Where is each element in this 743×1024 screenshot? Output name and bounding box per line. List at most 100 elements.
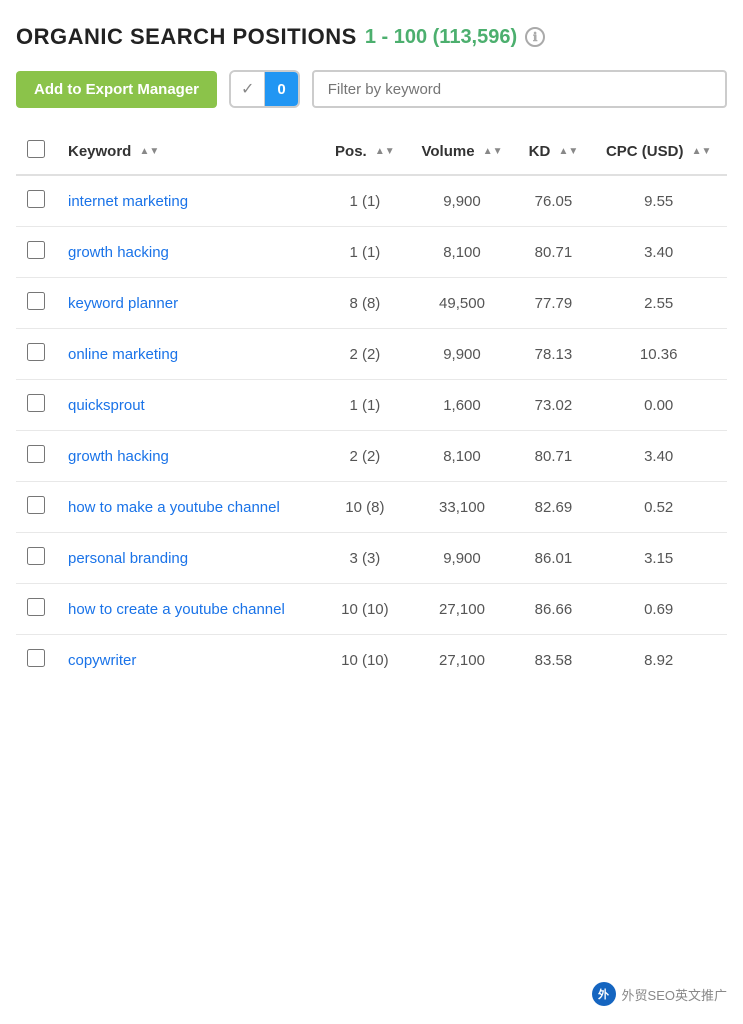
pos-cell: 1 (1)	[322, 380, 407, 431]
header-cpc: CPC (USD) ▲▼	[590, 128, 727, 175]
keyword-cell: growth hacking	[56, 227, 322, 278]
table-row: personal branding3 (3)9,90086.013.15	[16, 533, 727, 584]
row-checkbox[interactable]	[27, 547, 45, 565]
header-keyword: Keyword ▲▼	[56, 128, 322, 175]
info-icon[interactable]: ℹ	[525, 27, 545, 47]
keyword-link[interactable]: growth hacking	[68, 244, 169, 261]
header-pos: Pos. ▲▼	[322, 128, 407, 175]
pos-cell: 1 (1)	[322, 175, 407, 227]
keyword-link[interactable]: keyword planner	[68, 295, 178, 312]
kd-cell: 73.02	[517, 380, 591, 431]
export-button[interactable]: Add to Export Manager	[16, 71, 217, 108]
volume-cell: 27,100	[407, 635, 516, 686]
watermark-text: 外贸SEO英文推广	[622, 985, 727, 1004]
title-range: 1 - 100 (113,596)	[365, 26, 517, 49]
table-row: how to create a youtube channel 10 (10)27…	[16, 584, 727, 635]
row-checkbox[interactable]	[27, 445, 45, 463]
row-checkbox[interactable]	[27, 649, 45, 667]
kd-cell: 83.58	[517, 635, 591, 686]
table-row: how to make a youtube channel 10 (8)33,10…	[16, 482, 727, 533]
volume-cell: 9,900	[407, 329, 516, 380]
row-checkbox[interactable]	[27, 343, 45, 361]
keyword-link[interactable]: quicksprout	[68, 397, 145, 414]
row-checkbox-cell	[16, 227, 56, 278]
keyword-link[interactable]: copywriter	[68, 652, 136, 669]
keyword-cell: how to make a youtube channel	[56, 482, 322, 533]
table-row: online marketing2 (2)9,90078.1310.36	[16, 329, 727, 380]
cpc-cell: 0.00	[590, 380, 727, 431]
select-all-checkbox[interactable]	[27, 140, 45, 158]
kd-cell: 86.01	[517, 533, 591, 584]
row-checkbox-cell	[16, 482, 56, 533]
row-checkbox[interactable]	[27, 496, 45, 514]
keyword-cell: growth hacking	[56, 431, 322, 482]
kd-cell: 80.71	[517, 227, 591, 278]
row-checkbox[interactable]	[27, 394, 45, 412]
keyword-cell: keyword planner	[56, 278, 322, 329]
cpc-cell: 8.92	[590, 635, 727, 686]
watermark-icon: 外	[592, 982, 616, 1006]
table-body: internet marketing1 (1)9,90076.059.55gro…	[16, 175, 727, 685]
cpc-cell: 10.36	[590, 329, 727, 380]
row-checkbox-cell	[16, 431, 56, 482]
toolbar: Add to Export Manager ✓ 0	[16, 70, 727, 108]
keyword-link[interactable]: growth hacking	[68, 448, 169, 465]
keyword-sort-icon[interactable]: ▲▼	[140, 147, 160, 157]
cpc-cell: 3.40	[590, 431, 727, 482]
pos-cell: 10 (10)	[322, 635, 407, 686]
pos-sort-icon[interactable]: ▲▼	[375, 147, 395, 157]
keyword-link[interactable]: online marketing	[68, 346, 178, 363]
keyword-cell: internet marketing	[56, 175, 322, 227]
keyword-link[interactable]: how to make a youtube channel	[68, 499, 280, 516]
table-row: internet marketing1 (1)9,90076.059.55	[16, 175, 727, 227]
pos-cell: 3 (3)	[322, 533, 407, 584]
table-row: growth hacking2 (2)8,10080.713.40	[16, 431, 727, 482]
keyword-link[interactable]: personal branding	[68, 550, 188, 567]
volume-cell: 8,100	[407, 431, 516, 482]
volume-cell: 27,100	[407, 584, 516, 635]
pos-cell: 10 (10)	[322, 584, 407, 635]
watermark: 外 外贸SEO英文推广	[592, 982, 727, 1006]
pos-cell: 2 (2)	[322, 431, 407, 482]
kd-sort-icon[interactable]: ▲▼	[558, 147, 578, 157]
cpc-sort-icon[interactable]: ▲▼	[692, 147, 712, 157]
keyword-filter-input[interactable]	[312, 70, 727, 108]
table-row: quicksprout 1 (1)1,60073.020.00	[16, 380, 727, 431]
row-checkbox[interactable]	[27, 598, 45, 616]
cpc-cell: 0.52	[590, 482, 727, 533]
keyword-cell: how to create a youtube channel	[56, 584, 322, 635]
header-kd: KD ▲▼	[517, 128, 591, 175]
keyword-cell: online marketing	[56, 329, 322, 380]
pos-cell: 1 (1)	[322, 227, 407, 278]
kd-cell: 86.66	[517, 584, 591, 635]
row-checkbox[interactable]	[27, 190, 45, 208]
checkmark-icon: ✓	[231, 72, 265, 106]
pos-cell: 10 (8)	[322, 482, 407, 533]
cpc-cell: 9.55	[590, 175, 727, 227]
keyword-link[interactable]: internet marketing	[68, 193, 188, 210]
kd-cell: 77.79	[517, 278, 591, 329]
pos-cell: 8 (8)	[322, 278, 407, 329]
volume-cell: 9,900	[407, 175, 516, 227]
cpc-cell: 3.15	[590, 533, 727, 584]
volume-cell: 1,600	[407, 380, 516, 431]
volume-sort-icon[interactable]: ▲▼	[483, 147, 503, 157]
row-checkbox-cell	[16, 175, 56, 227]
cpc-cell: 0.69	[590, 584, 727, 635]
volume-cell: 33,100	[407, 482, 516, 533]
header-volume: Volume ▲▼	[407, 128, 516, 175]
row-checkbox-cell	[16, 380, 56, 431]
keyword-cell: copywriter	[56, 635, 322, 686]
keyword-link[interactable]: how to create a youtube channel	[68, 601, 285, 618]
row-checkbox[interactable]	[27, 241, 45, 259]
table-header-row: Keyword ▲▼ Pos. ▲▼ Volume ▲▼ KD ▲▼ CPC (…	[16, 128, 727, 175]
results-table: Keyword ▲▼ Pos. ▲▼ Volume ▲▼ KD ▲▼ CPC (…	[16, 128, 727, 685]
table-row: copywriter 10 (10)27,10083.588.92	[16, 635, 727, 686]
page-title: ORGANIC SEARCH POSITIONS	[16, 24, 357, 50]
row-checkbox-cell	[16, 635, 56, 686]
keyword-cell: quicksprout	[56, 380, 322, 431]
row-checkbox-cell	[16, 584, 56, 635]
main-container: ORGANIC SEARCH POSITIONS 1 - 100 (113,59…	[0, 0, 743, 701]
cpc-cell: 3.40	[590, 227, 727, 278]
row-checkbox[interactable]	[27, 292, 45, 310]
